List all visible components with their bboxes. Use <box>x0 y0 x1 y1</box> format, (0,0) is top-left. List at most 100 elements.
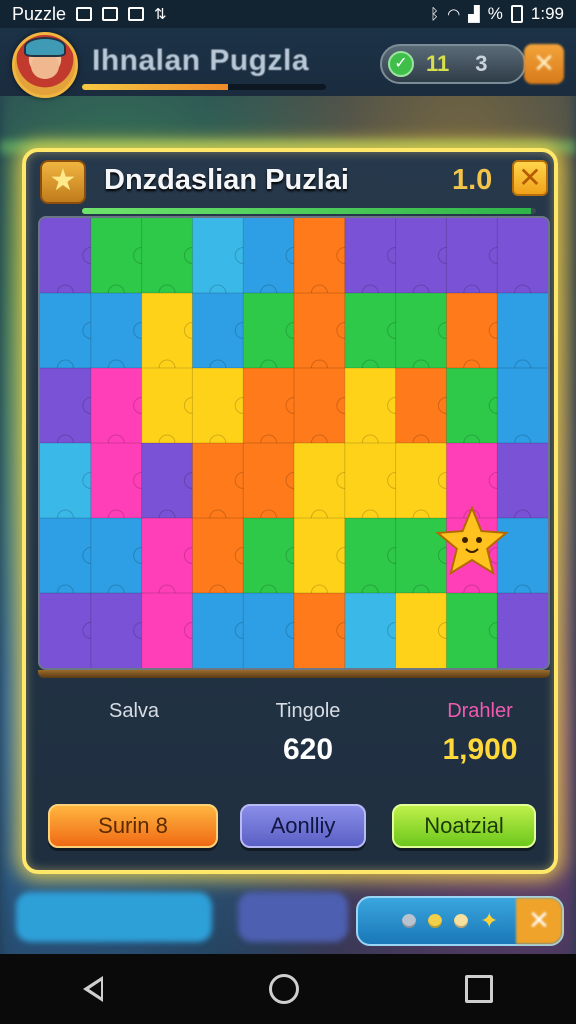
stat-label: Drahler <box>447 700 513 722</box>
image-icon <box>102 7 119 21</box>
puzzle-piece[interactable] <box>141 293 201 377</box>
background-button <box>16 892 212 942</box>
star-eye <box>462 537 468 543</box>
puzzle-piece[interactable] <box>446 443 506 527</box>
puzzle-piece[interactable] <box>141 368 201 452</box>
dialog-title: Dnzdaslian Puzlai <box>104 164 349 196</box>
puzzle-piece[interactable] <box>141 218 201 302</box>
puzzle-piece[interactable] <box>243 218 303 302</box>
puzzle-piece[interactable] <box>294 293 354 377</box>
puzzle-piece[interactable] <box>192 518 252 602</box>
puzzle-piece[interactable] <box>344 593 405 668</box>
puzzle-piece[interactable] <box>141 593 201 668</box>
stat-label: Tingole <box>275 700 341 722</box>
puzzle-piece[interactable] <box>344 293 405 377</box>
puzzle-piece[interactable] <box>294 593 354 668</box>
surin-button[interactable]: Surin 8 <box>48 804 218 848</box>
counter-remaining: 3 <box>475 51 488 76</box>
puzzle-piece[interactable] <box>243 518 303 602</box>
puzzle-piece[interactable] <box>90 368 151 452</box>
puzzle-piece[interactable] <box>40 293 100 377</box>
puzzle-piece[interactable] <box>395 293 455 377</box>
signal-arrows-icon: ⇅ <box>154 6 167 23</box>
battery-icon <box>510 5 523 23</box>
stat-tingole: Tingole 620 <box>248 700 368 767</box>
puzzle-piece[interactable] <box>192 293 252 377</box>
xp-progress-bar <box>82 84 326 90</box>
puzzle-piece[interactable] <box>395 593 455 668</box>
wifi-icon: ◠ <box>447 6 461 23</box>
avatar-hat <box>24 37 66 57</box>
puzzle-board[interactable] <box>38 216 550 670</box>
stat-drahler: Drahler 1,900 <box>420 700 540 767</box>
puzzle-piece[interactable] <box>141 443 201 527</box>
puzzle-piece[interactable] <box>446 293 506 377</box>
puzzle-piece[interactable] <box>395 518 455 602</box>
puzzle-piece[interactable] <box>40 518 100 602</box>
puzzle-piece[interactable] <box>90 593 151 668</box>
counter-completed: 11 <box>426 51 450 76</box>
star-eye <box>476 537 482 543</box>
puzzle-piece[interactable] <box>344 443 405 527</box>
puzzle-piece[interactable] <box>497 368 548 452</box>
puzzle-piece[interactable] <box>497 218 548 302</box>
home-icon[interactable] <box>269 974 299 1004</box>
puzzle-piece[interactable] <box>344 218 405 302</box>
aonlliy-button[interactable]: Aonlliy <box>240 804 366 848</box>
puzzle-piece[interactable] <box>243 293 303 377</box>
puzzle-piece[interactable] <box>395 218 455 302</box>
puzzle-piece[interactable] <box>497 518 548 602</box>
puzzle-piece[interactable] <box>243 593 303 668</box>
puzzle-piece[interactable] <box>90 293 151 377</box>
puzzle-piece[interactable] <box>395 443 455 527</box>
top-counter-pill[interactable]: ✓ 11 3 <box>380 44 526 84</box>
puzzle-piece[interactable] <box>192 593 252 668</box>
puzzle-piece[interactable] <box>497 593 548 668</box>
tray-close-button[interactable]: ✕ <box>516 898 562 944</box>
puzzle-piece[interactable] <box>344 518 405 602</box>
puzzle-piece[interactable] <box>446 593 506 668</box>
puzzle-piece[interactable] <box>192 443 252 527</box>
status-time: 1:99 <box>530 4 564 23</box>
puzzle-piece[interactable] <box>344 368 405 452</box>
top-close-button[interactable]: ✕ <box>524 44 564 84</box>
puzzle-piece[interactable] <box>90 218 151 302</box>
indicator-dot <box>428 914 442 928</box>
puzzle-piece[interactable] <box>192 218 252 302</box>
puzzle-piece[interactable] <box>497 293 548 377</box>
star-icon: ★ <box>40 160 86 204</box>
dialog-close-button[interactable]: ✕ <box>512 160 548 196</box>
dialog-progress-fill <box>82 208 532 214</box>
puzzle-piece[interactable] <box>40 443 100 527</box>
puzzle-piece[interactable] <box>294 368 354 452</box>
puzzle-piece[interactable] <box>243 443 303 527</box>
puzzle-piece[interactable] <box>40 368 100 452</box>
puzzle-piece[interactable] <box>446 218 506 302</box>
xp-progress-fill <box>82 84 229 90</box>
puzzle-piece[interactable] <box>294 443 354 527</box>
puzzle-piece[interactable] <box>395 368 455 452</box>
puzzle-dialog: ★ Dnzdaslian Puzlai 1.0 ✕ Salva Tingole … <box>22 148 558 874</box>
back-icon[interactable] <box>83 976 103 1002</box>
puzzle-piece[interactable] <box>446 368 506 452</box>
board-frame-base <box>38 670 550 678</box>
puzzle-piece[interactable] <box>90 518 151 602</box>
puzzle-piece[interactable] <box>243 368 303 452</box>
puzzle-piece[interactable] <box>192 368 252 452</box>
noatzial-button[interactable]: Noatzial <box>392 804 536 848</box>
puzzle-piece[interactable] <box>294 218 354 302</box>
indicator-dot <box>454 914 468 928</box>
status-app-label: Puzzle <box>12 3 67 24</box>
message-icon <box>128 7 145 21</box>
puzzle-piece[interactable] <box>40 593 100 668</box>
bottom-tray[interactable]: ✦ ✕ <box>356 896 564 946</box>
puzzle-piece[interactable] <box>90 443 151 527</box>
stats-row: Salva Tingole 620 Drahler 1,900 <box>26 700 554 780</box>
player-avatar[interactable] <box>12 32 78 98</box>
recent-apps-icon[interactable] <box>465 975 493 1003</box>
puzzle-piece[interactable] <box>141 518 201 602</box>
puzzle-piece[interactable] <box>497 443 548 527</box>
puzzle-piece[interactable] <box>294 518 354 602</box>
puzzle-piece[interactable] <box>40 218 100 302</box>
puzzle-pieces[interactable] <box>40 218 548 668</box>
